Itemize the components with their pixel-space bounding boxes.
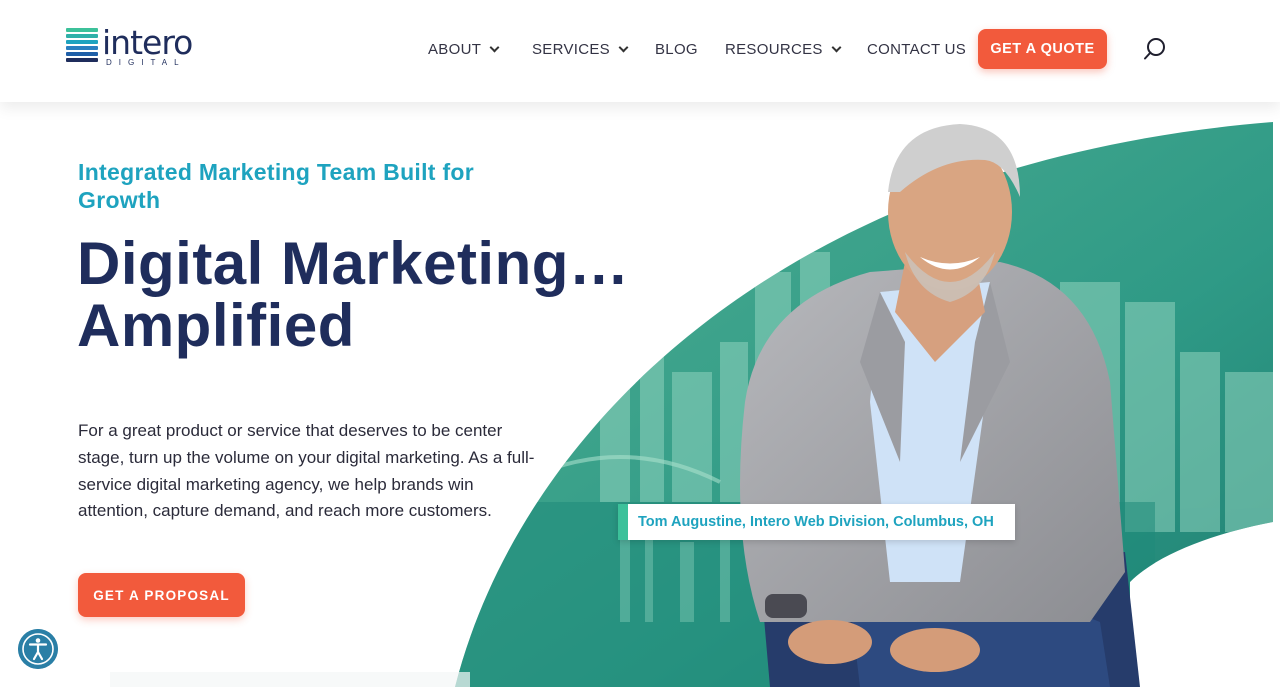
logo-subtitle: DIGITAL [106, 58, 186, 67]
hero-description: For a great product or service that dese… [78, 421, 535, 521]
logo-bars-icon [66, 28, 98, 64]
headline-line-2: Amplified [77, 292, 355, 359]
accessibility-icon[interactable] [18, 629, 58, 669]
nav-item-contact[interactable]: CONTACT US [867, 38, 966, 60]
portrait-caption: Tom Augustine, Intero Web Division, Colu… [618, 504, 1015, 540]
nav-item-label: ABOUT [428, 40, 482, 58]
hero-eyebrow: Integrated Marketing Team Built for Grow… [78, 159, 475, 213]
nav-item-blog[interactable]: BLOG [655, 38, 698, 60]
logo-wordmark: intero [102, 23, 193, 62]
nav-item-about[interactable]: ABOUT [428, 38, 500, 60]
nav-item-label: CONTACT US [867, 40, 967, 58]
nav-item-label: BLOG [655, 40, 698, 58]
nav-item-services[interactable]: SERVICES [532, 38, 629, 60]
chevron-down-icon [831, 42, 842, 52]
nav-item-label: RESOURCES [725, 40, 823, 58]
hero-headline: Digital Marketing… Amplified [77, 233, 677, 357]
site-header: intero DIGITAL ABOUT SERVICES BLOG RESOU… [0, 0, 1280, 102]
nav-item-label: SERVICES [532, 40, 610, 58]
get-a-proposal-button[interactable]: GET A PROPOSAL [78, 573, 245, 617]
headline-line-1: Digital Marketing… [77, 230, 630, 297]
chevron-down-icon [489, 42, 500, 52]
nav-item-resources[interactable]: RESOURCES [725, 38, 842, 60]
search-icon[interactable] [1143, 37, 1167, 61]
chevron-down-icon [618, 42, 629, 52]
get-a-quote-button[interactable]: GET A QUOTE [978, 29, 1107, 69]
intero-logo[interactable]: intero DIGITAL [66, 23, 193, 69]
